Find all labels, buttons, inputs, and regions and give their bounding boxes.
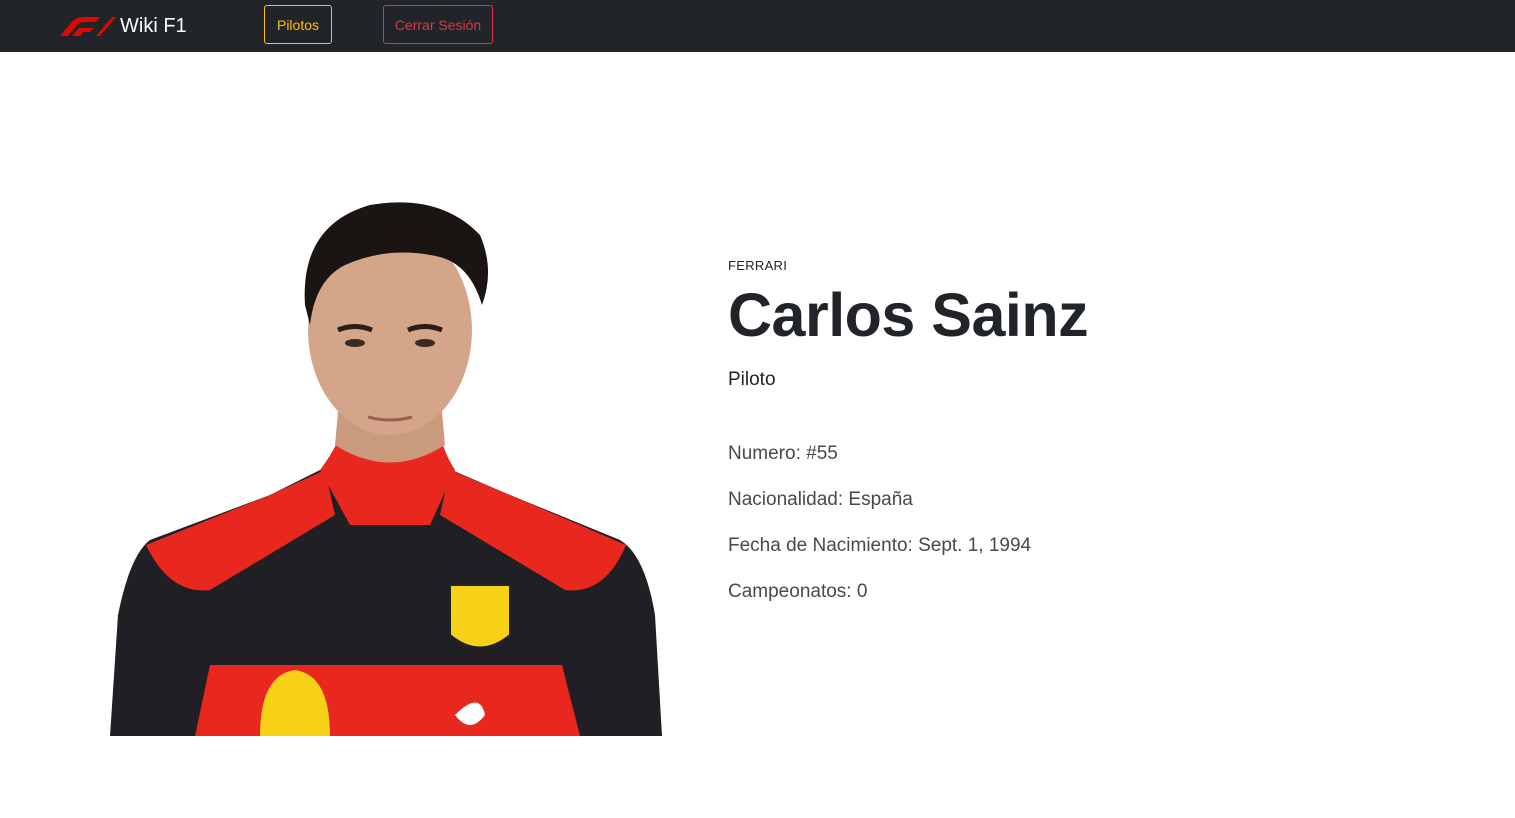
- f1-logo-icon: [60, 17, 116, 36]
- fact-championships: Campeonatos: 0: [728, 581, 868, 602]
- logout-button[interactable]: Cerrar Sesión: [383, 5, 493, 44]
- driver-facts: Numero: #55 Nacionalidad: España Fecha d…: [728, 443, 1088, 627]
- brand-link[interactable]: Wiki F1: [56, 0, 187, 52]
- fact-number: Numero: #55: [728, 443, 838, 464]
- driver-info: FERRARI Carlos Sainz Piloto Numero: #55 …: [728, 258, 1089, 627]
- driver-portrait-image: [110, 195, 662, 736]
- team-label: FERRARI: [728, 258, 788, 273]
- driver-role: Piloto: [728, 369, 776, 390]
- fact-nationality: Nacionalidad: España: [728, 489, 913, 510]
- brand-text: Wiki F1: [120, 14, 187, 37]
- fact-birthdate: Fecha de Nacimiento: Sept. 1, 1994: [728, 535, 1032, 556]
- navbar: Wiki F1 Pilotos Cerrar Sesión: [0, 0, 1515, 52]
- pilotos-button[interactable]: Pilotos: [264, 5, 332, 44]
- driver-name: Carlos Sainz: [728, 281, 1089, 349]
